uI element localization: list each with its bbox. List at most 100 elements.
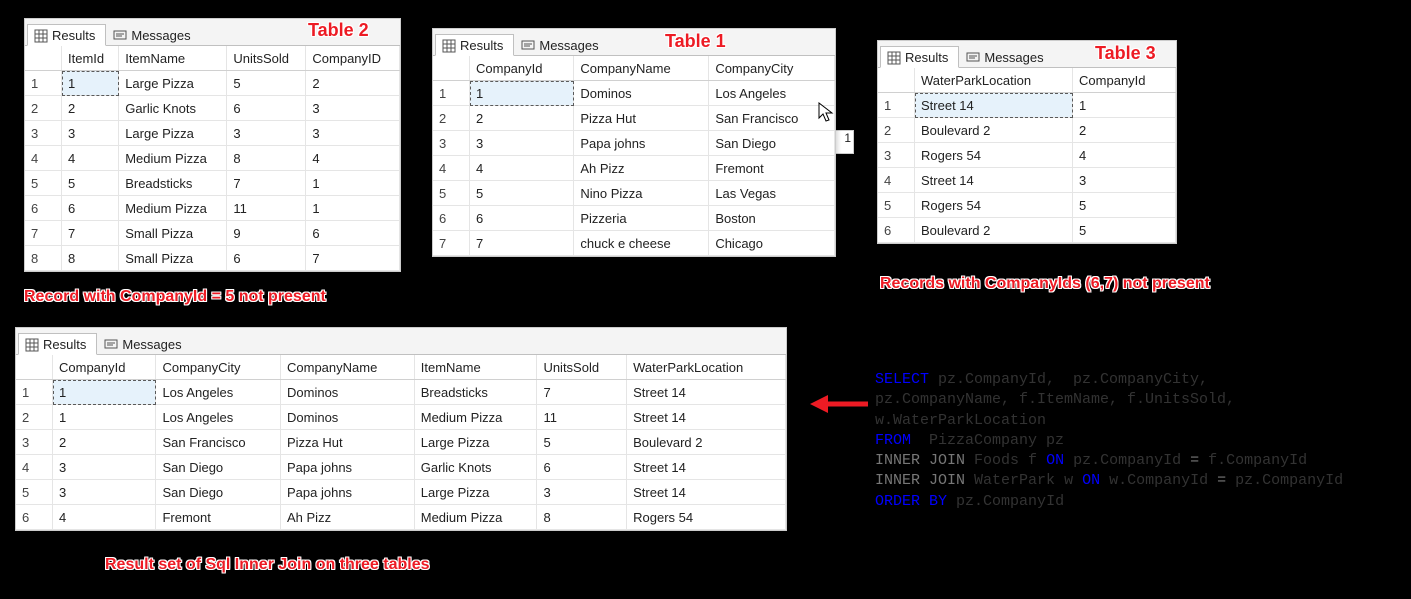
cell[interactable]: Nino Pizza: [574, 181, 709, 206]
table-row[interactable]: 33Papa johnsSan Diego: [433, 131, 835, 156]
cell[interactable]: Large Pizza: [119, 71, 227, 96]
column-header[interactable]: [878, 68, 915, 93]
cell[interactable]: 2: [878, 118, 915, 143]
cell[interactable]: 2: [25, 96, 62, 121]
cell[interactable]: 6: [878, 218, 915, 243]
cell[interactable]: 8: [62, 246, 119, 271]
cell[interactable]: Street 14: [627, 455, 786, 480]
cell[interactable]: 4: [62, 146, 119, 171]
cell[interactable]: 3: [53, 480, 156, 505]
cell[interactable]: 8: [537, 505, 627, 530]
cell[interactable]: Los Angeles: [156, 380, 281, 405]
cell[interactable]: 6: [537, 455, 627, 480]
cell[interactable]: 5: [878, 193, 915, 218]
table-row[interactable]: 43San DiegoPapa johnsGarlic Knots6Street…: [16, 455, 786, 480]
cell[interactable]: Los Angeles: [156, 405, 281, 430]
table-row[interactable]: 44Medium Pizza84: [25, 146, 400, 171]
table-row[interactable]: 55Breadsticks71: [25, 171, 400, 196]
column-header[interactable]: CompanyCity: [156, 355, 281, 380]
cell[interactable]: 1: [306, 171, 400, 196]
cell[interactable]: Papa johns: [281, 455, 415, 480]
cell[interactable]: Chicago: [709, 231, 835, 256]
cell[interactable]: 5: [227, 71, 306, 96]
cell[interactable]: 7: [470, 231, 574, 256]
cell[interactable]: Ah Pizz: [574, 156, 709, 181]
cell[interactable]: 2: [16, 405, 53, 430]
cell[interactable]: 3: [537, 480, 627, 505]
cell[interactable]: Pizza Hut: [574, 106, 709, 131]
cell[interactable]: San Francisco: [709, 106, 835, 131]
column-header[interactable]: ItemName: [119, 46, 227, 71]
cell[interactable]: 3: [306, 121, 400, 146]
cell[interactable]: Large Pizza: [414, 480, 537, 505]
cell[interactable]: 3: [53, 455, 156, 480]
cell[interactable]: 9: [227, 221, 306, 246]
cell[interactable]: Street 14: [915, 93, 1073, 118]
cell[interactable]: 3: [227, 121, 306, 146]
cell[interactable]: Rogers 54: [915, 193, 1073, 218]
cell[interactable]: 5: [16, 480, 53, 505]
cell[interactable]: 11: [227, 196, 306, 221]
tab-results[interactable]: Results: [435, 34, 514, 56]
column-header[interactable]: ItemName: [414, 355, 537, 380]
cell[interactable]: 4: [433, 156, 470, 181]
column-header[interactable]: WaterParkLocation: [915, 68, 1073, 93]
table1-grid[interactable]: CompanyIdCompanyNameCompanyCity 11Domino…: [433, 56, 835, 256]
cell[interactable]: 7: [537, 380, 627, 405]
cell[interactable]: Boulevard 2: [915, 118, 1073, 143]
cell[interactable]: Ah Pizz: [281, 505, 415, 530]
cell[interactable]: 3: [306, 96, 400, 121]
cell[interactable]: chuck e cheese: [574, 231, 709, 256]
cell[interactable]: Garlic Knots: [119, 96, 227, 121]
cell[interactable]: Street 14: [627, 380, 786, 405]
table-row[interactable]: 6Boulevard 25: [878, 218, 1176, 243]
cell[interactable]: 6: [62, 196, 119, 221]
cell[interactable]: San Diego: [156, 480, 281, 505]
cell[interactable]: San Diego: [156, 455, 281, 480]
tab-messages[interactable]: Messages: [97, 333, 192, 354]
table-row[interactable]: 66Medium Pizza111: [25, 196, 400, 221]
column-header[interactable]: CompanyCity: [709, 56, 835, 81]
cell[interactable]: 6: [470, 206, 574, 231]
table-row[interactable]: 11Large Pizza52: [25, 71, 400, 96]
tab-results[interactable]: Results: [27, 24, 106, 46]
column-header[interactable]: UnitsSold: [537, 355, 627, 380]
cell[interactable]: Fremont: [709, 156, 835, 181]
table-row[interactable]: 33Large Pizza33: [25, 121, 400, 146]
cell[interactable]: Large Pizza: [119, 121, 227, 146]
cell[interactable]: 11: [537, 405, 627, 430]
cell[interactable]: 6: [227, 246, 306, 271]
cell[interactable]: 7: [62, 221, 119, 246]
table-row[interactable]: 64FremontAh PizzMedium Pizza8Rogers 54: [16, 505, 786, 530]
table-row[interactable]: 55Nino PizzaLas Vegas: [433, 181, 835, 206]
column-header[interactable]: [433, 56, 470, 81]
cell[interactable]: 3: [433, 131, 470, 156]
table-row[interactable]: 11Los AngelesDominosBreadsticks7Street 1…: [16, 380, 786, 405]
cell[interactable]: 4: [306, 146, 400, 171]
table-row[interactable]: 44Ah PizzFremont: [433, 156, 835, 181]
cell[interactable]: Pizzeria: [574, 206, 709, 231]
cell[interactable]: 1: [53, 380, 156, 405]
cell[interactable]: 4: [53, 505, 156, 530]
cell[interactable]: 1: [1073, 93, 1176, 118]
cell[interactable]: 5: [62, 171, 119, 196]
cell[interactable]: Medium Pizza: [119, 146, 227, 171]
cell[interactable]: 5: [1073, 193, 1176, 218]
table-row[interactable]: 3Rogers 544: [878, 143, 1176, 168]
cell[interactable]: 5: [1073, 218, 1176, 243]
cell[interactable]: 7: [25, 221, 62, 246]
cell[interactable]: 4: [470, 156, 574, 181]
cell[interactable]: 6: [25, 196, 62, 221]
cell[interactable]: 3: [62, 121, 119, 146]
cell[interactable]: 2: [1073, 118, 1176, 143]
cell[interactable]: Fremont: [156, 505, 281, 530]
table-row[interactable]: 22Garlic Knots63: [25, 96, 400, 121]
cell[interactable]: 5: [537, 430, 627, 455]
table-row[interactable]: 77Small Pizza96: [25, 221, 400, 246]
cell[interactable]: Medium Pizza: [119, 196, 227, 221]
table-row[interactable]: 2Boulevard 22: [878, 118, 1176, 143]
cell[interactable]: 3: [878, 143, 915, 168]
cell[interactable]: Large Pizza: [414, 430, 537, 455]
cell[interactable]: Dominos: [574, 81, 709, 106]
cell[interactable]: Rogers 54: [627, 505, 786, 530]
